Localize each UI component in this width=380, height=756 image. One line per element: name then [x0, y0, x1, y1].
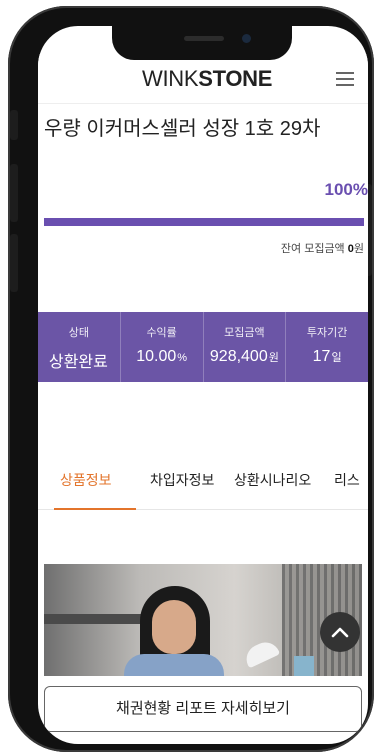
phone-screen: WINKSTONE 우량 이커머스셀러 성장 1호 29차 100% 잔여 모집…: [38, 26, 368, 744]
phone-side-button: [10, 110, 18, 140]
tab-risk[interactable]: 리스: [334, 470, 360, 490]
active-tab-indicator: [54, 508, 136, 510]
tab-product-info[interactable]: 상품정보: [60, 470, 112, 490]
stat-label: 상태: [68, 327, 89, 339]
tab-borrower-info[interactable]: 차입자정보: [150, 470, 214, 490]
stat-label: 투자기간: [306, 327, 348, 339]
funding-progress-fill: [44, 218, 364, 226]
stat-status: 상태 상환완료: [38, 312, 121, 382]
app-header: WINKSTONE: [38, 54, 368, 104]
product-image: [44, 564, 362, 676]
remaining-amount: 잔여 모집금액 0원: [280, 243, 364, 255]
phone-notch: [112, 26, 292, 60]
stat-value: 928,400원: [209, 348, 279, 365]
product-title: 우량 이커머스셀러 성장 1호 29차: [44, 118, 321, 140]
tab-repayment-scenario[interactable]: 상환시나리오: [234, 470, 311, 490]
funding-progress-percent: 100%: [324, 180, 368, 199]
stat-value: 10.00%: [136, 348, 188, 365]
stat-value: 17일: [312, 348, 342, 365]
chevron-up-icon: [331, 627, 349, 638]
stat-funding-amount: 모집금액 928,400원: [204, 312, 287, 382]
scroll-to-top-button[interactable]: [320, 612, 360, 652]
stat-label: 수익률: [146, 327, 177, 339]
phone-frame: WINKSTONE 우량 이커머스셀러 성장 1호 29차 100% 잔여 모집…: [8, 6, 374, 752]
stat-value: 상환완료: [48, 354, 108, 371]
phone-volume-up-button: [10, 164, 18, 222]
stat-label: 모집금액: [224, 327, 265, 339]
product-tabs: 상품정보 차입자정보 상환시나리오 리스: [38, 466, 368, 510]
hamburger-icon[interactable]: [336, 72, 354, 86]
bond-report-button[interactable]: 채권현황 리포트 자세히보기: [44, 686, 362, 732]
stat-investment-period: 투자기간 17일: [286, 312, 368, 382]
stat-return-rate: 수익률 10.00%: [121, 312, 204, 382]
front-camera: [242, 34, 251, 43]
speaker-grille: [184, 36, 224, 41]
funding-progress-bar: [44, 218, 364, 226]
winkstone-logo[interactable]: WINKSTONE: [142, 66, 272, 92]
phone-volume-down-button: [10, 234, 18, 292]
product-stats-bar: 상태 상환완료 수익률 10.00% 모집금액 928,400원 투자기간 17…: [38, 312, 368, 382]
